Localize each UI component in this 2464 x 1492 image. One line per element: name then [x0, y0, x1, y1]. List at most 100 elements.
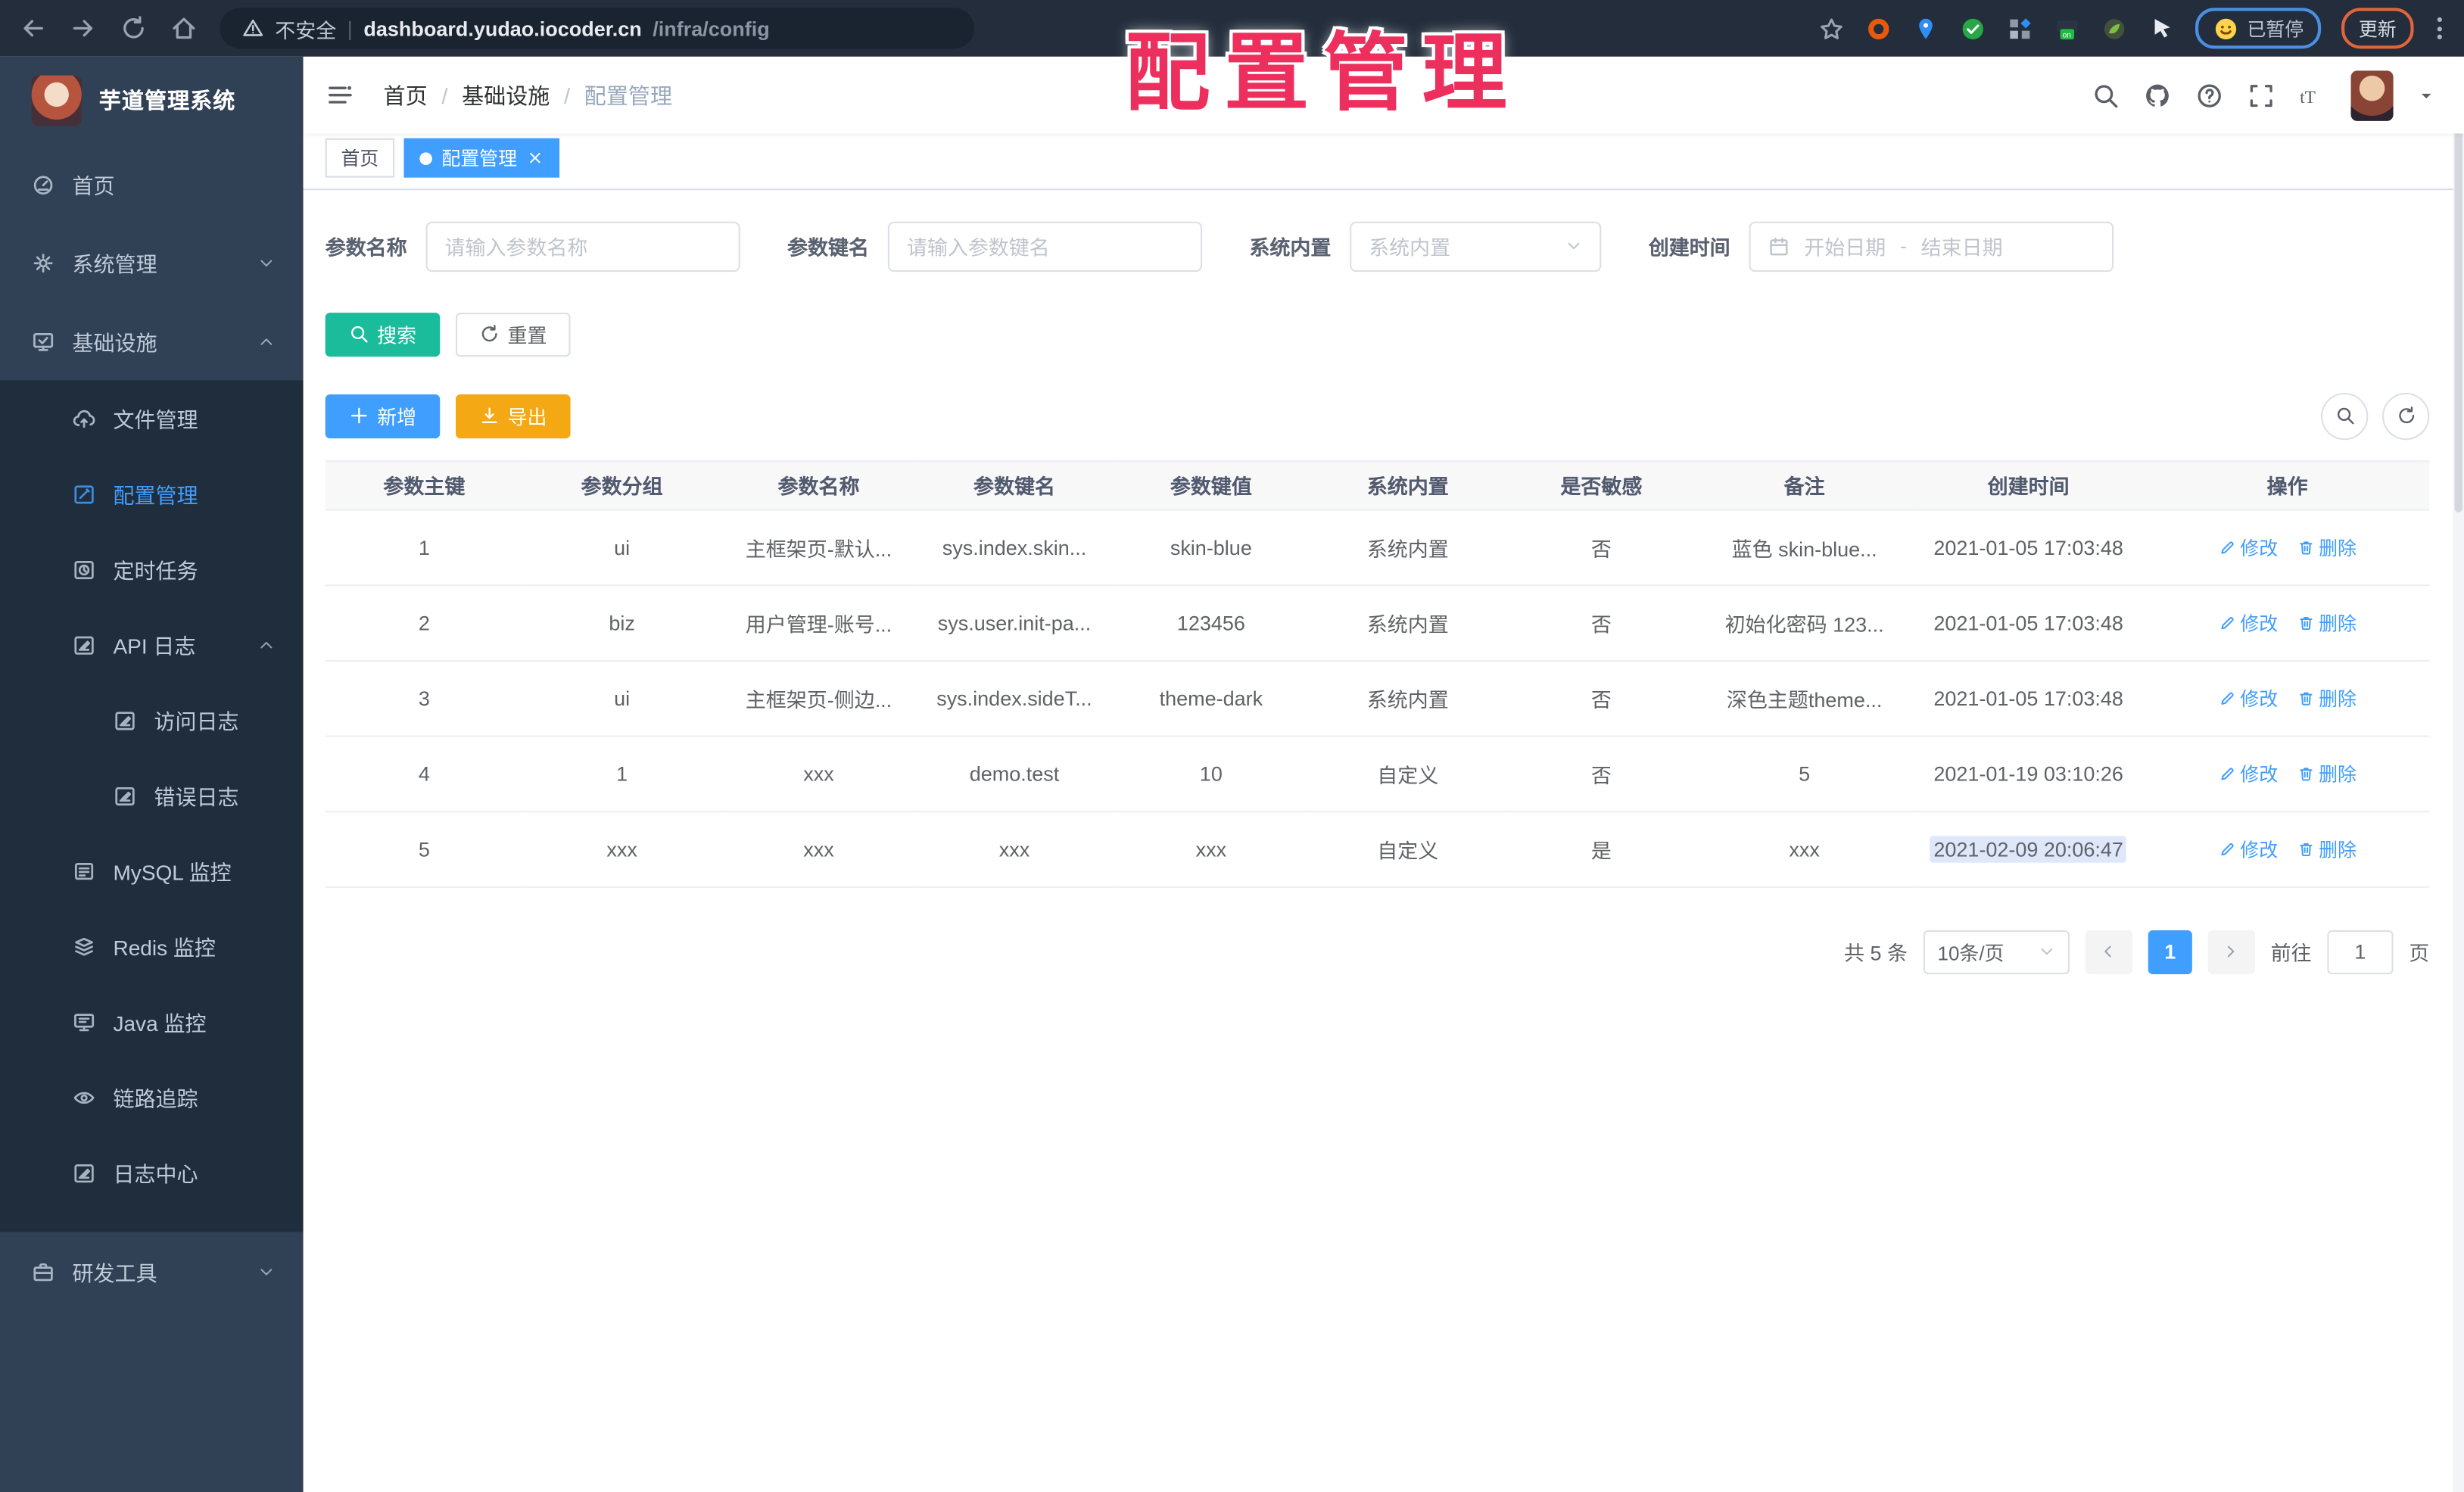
sidebar-item-13[interactable]: 链路追踪: [0, 1059, 304, 1135]
edit-square-icon: [72, 481, 95, 505]
sidebar-item-4[interactable]: 文件管理: [0, 380, 304, 456]
chevron-up-icon: [257, 332, 275, 350]
delete-link-label: 删除: [2319, 762, 2357, 785]
plus-icon: [349, 406, 369, 426]
table-cell: demo.test: [916, 735, 1113, 812]
search-button[interactable]: 搜索: [325, 312, 441, 357]
edit-row-link[interactable]: 修改: [2218, 760, 2278, 786]
add-button[interactable]: 新增: [325, 394, 441, 438]
edit-row-link[interactable]: 修改: [2218, 609, 2278, 635]
table-cell: sys.index.skin...: [916, 509, 1113, 586]
sidebar-item-label: 访问日志: [154, 710, 239, 734]
delete-row-link[interactable]: 删除: [2297, 760, 2357, 786]
java-monitor-icon: [72, 1010, 95, 1033]
github-icon[interactable]: [2144, 81, 2172, 109]
page-size-select[interactable]: 10条/页: [1923, 929, 2070, 974]
ext-blue-pin-icon[interactable]: [1912, 15, 1939, 42]
builtin-select[interactable]: 系统内置: [1350, 220, 1602, 272]
fontsize-icon[interactable]: tT: [2299, 81, 2327, 109]
column-header: 参数键名: [916, 459, 1113, 510]
goto-page-input[interactable]: 1: [2327, 929, 2394, 974]
sidebar-item-15[interactable]: 研发工具: [0, 1232, 304, 1310]
table-cell: 系统内置: [1310, 659, 1506, 737]
filter-input[interactable]: 请输入参数名称: [425, 220, 740, 272]
ext-screen-on-icon[interactable]: on: [2054, 15, 2080, 42]
delete-row-link[interactable]: 删除: [2297, 534, 2357, 560]
help-icon[interactable]: [2195, 81, 2223, 109]
delete-row-link[interactable]: 删除: [2297, 835, 2357, 861]
edit-link-label: 修改: [2240, 612, 2279, 634]
sidebar-item-2[interactable]: 系统管理: [0, 223, 304, 302]
sidebar-item-7[interactable]: API 日志: [0, 606, 304, 682]
toggle-search-button[interactable]: [2321, 391, 2369, 440]
sidebar-item-3[interactable]: 基础设施: [0, 302, 304, 381]
edit-row-link[interactable]: 修改: [2218, 835, 2278, 861]
table-cell-actions: 修改 删除: [2145, 659, 2430, 737]
page-scrollbar[interactable]: [2453, 56, 2464, 1492]
back-icon[interactable]: [19, 14, 47, 42]
address-bar[interactable]: 不安全 | dashboard.yudao.iocoder.cn/infra/c…: [220, 8, 975, 49]
ext-pointer-icon[interactable]: [2148, 15, 2175, 42]
sidebar: 芋道管理系统 首页 系统管理 基础设施 文件管理 配置管理 定时任务 API 日志访问日志错…: [0, 56, 304, 1492]
ext-green-check-icon[interactable]: [1960, 15, 1986, 42]
tab-配置管理[interactable]: 配置管理: [403, 138, 560, 178]
sidebar-item-10[interactable]: MySQL 监控: [0, 833, 304, 908]
breadcrumb-item[interactable]: 基础设施: [462, 79, 550, 111]
delete-row-link[interactable]: 删除: [2297, 609, 2357, 635]
table-cell: 否: [1505, 659, 1697, 737]
table-cell: 是: [1505, 811, 1697, 887]
sidebar-item-label: API 日志: [113, 634, 196, 659]
ext-puzzle-icon[interactable]: [2007, 15, 2033, 42]
update-button-label: 更新: [2358, 17, 2397, 40]
fullscreen-icon[interactable]: [2248, 81, 2276, 109]
user-avatar[interactable]: [2350, 70, 2394, 120]
home-icon[interactable]: [170, 14, 198, 42]
forward-icon[interactable]: [69, 14, 97, 42]
tab-首页[interactable]: 首页: [325, 138, 395, 178]
ext-orange-ring-icon[interactable]: [1865, 15, 1892, 42]
table-cell: 2021-01-05 17:03:48: [1911, 659, 2145, 737]
error-log-icon: [113, 783, 136, 807]
table-cell: 蓝色 skin-blue...: [1696, 509, 1912, 586]
chevron-down-icon: [2038, 943, 2055, 961]
table-row: 4 1 xxx demo.test 10 自定义否 5 2021-01-19 03:10:26…: [325, 735, 2430, 812]
search-actions-row: 搜索 重置: [325, 312, 2430, 357]
next-page-button[interactable]: [2207, 929, 2255, 974]
sidebar-item-14[interactable]: 日志中心: [0, 1135, 304, 1210]
trash-icon: [2297, 538, 2314, 556]
edit-row-link[interactable]: 修改: [2218, 684, 2278, 711]
browser-menu-icon[interactable]: [2434, 14, 2446, 42]
sidebar-item-11[interactable]: Redis 监控: [0, 908, 304, 984]
tab-bar: 首页 配置管理: [303, 133, 2464, 190]
browser-update-button[interactable]: 更新: [2341, 8, 2414, 49]
sidebar-item-12[interactable]: Java 监控: [0, 984, 304, 1060]
sidebar-fold-icon[interactable]: [326, 80, 355, 110]
search-icon[interactable]: [2092, 81, 2120, 109]
sidebar-item-9[interactable]: 错误日志: [0, 758, 304, 833]
breadcrumb-item: 配置管理: [584, 82, 673, 108]
edit-row-link[interactable]: 修改: [2218, 534, 2278, 560]
export-button[interactable]: 导出: [456, 394, 571, 438]
chevron-up-icon: [257, 636, 275, 653]
sidebar-item-8[interactable]: 访问日志: [0, 682, 304, 758]
filter-input[interactable]: 请输入参数键名: [887, 220, 1203, 272]
table-cell: 5: [1696, 735, 1912, 812]
paused-extension-badge[interactable]: 已暂停: [2195, 8, 2322, 49]
table-cell: 自定义: [1310, 811, 1506, 887]
page-number-button[interactable]: 1: [2148, 929, 2192, 974]
date-range-picker[interactable]: 开始日期 - 结束日期: [1749, 220, 2114, 272]
delete-row-link[interactable]: 删除: [2297, 684, 2357, 711]
sidebar-item-1[interactable]: 首页: [0, 145, 304, 223]
bookmark-star-icon[interactable]: [1818, 15, 1845, 42]
app-logo-row[interactable]: 芋道管理系统: [0, 57, 304, 145]
sidebar-item-6[interactable]: 定时任务: [0, 531, 304, 607]
reset-button[interactable]: 重置: [456, 312, 571, 357]
prev-page-button[interactable]: [2085, 929, 2132, 974]
refresh-table-button[interactable]: [2382, 391, 2430, 440]
table-cell: 2021-01-05 17:03:48: [1911, 584, 2145, 661]
page-content: 参数名称 请输入参数名称 参数键名 请输入参数键名 系统内置 系统内置 创建时间 开始日期 - 结…: [304, 220, 2464, 974]
reload-icon[interactable]: [120, 14, 148, 42]
sidebar-item-5[interactable]: 配置管理: [0, 456, 304, 531]
ext-leaf-icon[interactable]: [2101, 15, 2127, 42]
breadcrumb-item[interactable]: 首页: [384, 79, 428, 111]
